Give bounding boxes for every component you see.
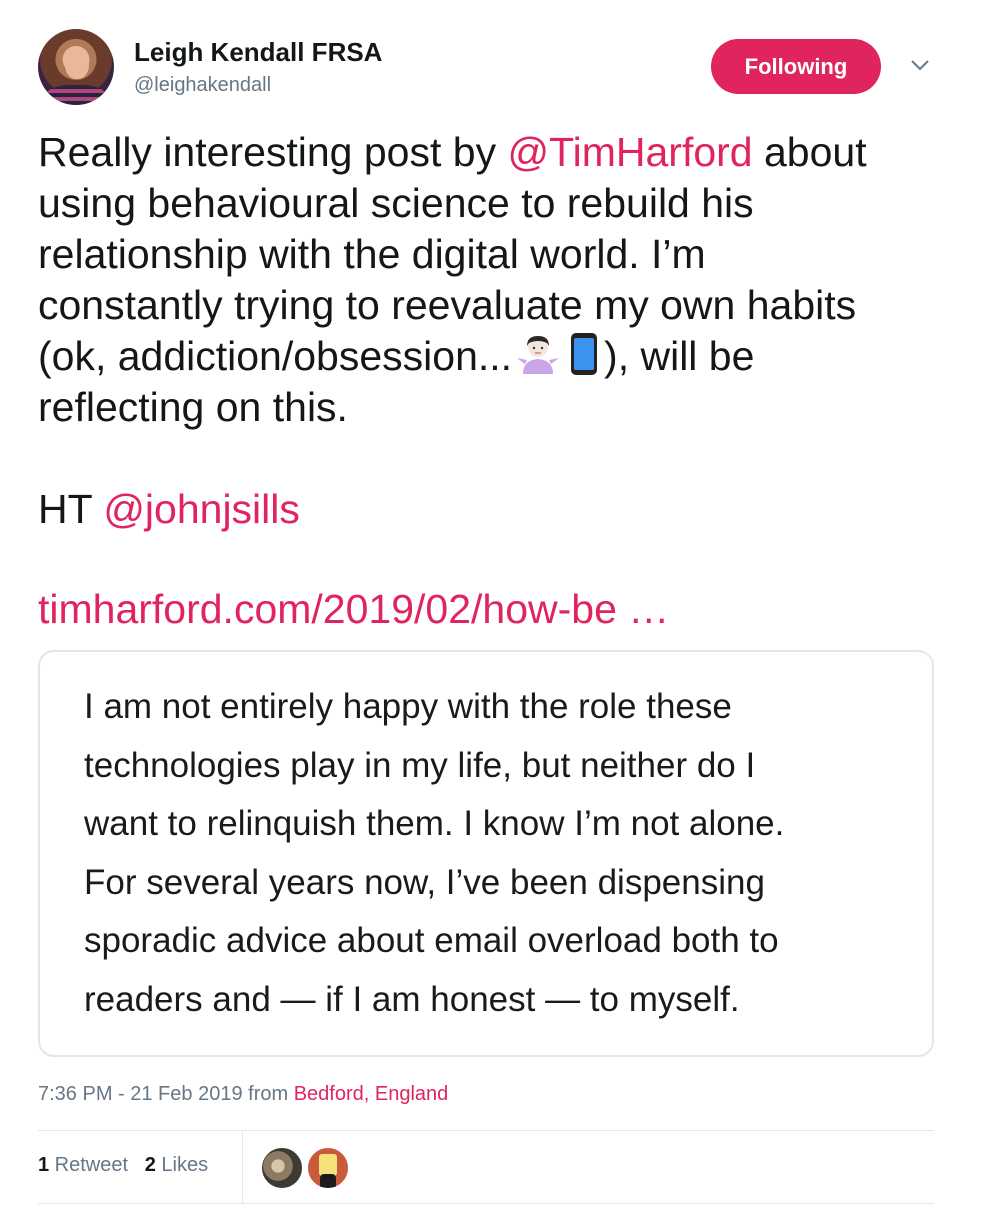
like-stat[interactable]: 2 Likes bbox=[145, 1154, 208, 1176]
mention-timharford[interactable]: @TimHarford bbox=[507, 129, 752, 175]
liker-avatar[interactable] bbox=[261, 1147, 303, 1189]
tweet-text: Really interesting post by @TimHarford a… bbox=[38, 127, 948, 433]
retweet-count: 1 bbox=[38, 1154, 50, 1176]
tweet-line-5: (ok, addiction/obsession... ), will be bbox=[38, 331, 948, 382]
tweet-text-segment: about bbox=[752, 129, 867, 175]
tweet-text-segment: (ok, addiction/obsession... bbox=[38, 333, 513, 379]
quote-line: For several years now, I’ve been dispens… bbox=[84, 862, 765, 902]
author-display-name[interactable]: Leigh Kendall FRSA bbox=[134, 37, 382, 68]
retweet-label: Retweet bbox=[49, 1154, 129, 1176]
hat-tip-line: HT @johnjsills bbox=[38, 484, 300, 535]
quote-line: want to relinquish them. I know I’m not … bbox=[84, 804, 785, 843]
tweet-line-3: relationship with the digital world. I’m bbox=[38, 231, 706, 277]
tweet-location[interactable]: Bedford, England bbox=[294, 1083, 449, 1105]
divider bbox=[38, 1130, 934, 1131]
hat-tip-prefix: HT bbox=[38, 486, 104, 532]
like-count: 2 bbox=[144, 1154, 156, 1176]
quote-line: sporadic advice about email overload bot… bbox=[84, 921, 779, 960]
following-button[interactable]: Following bbox=[711, 39, 881, 94]
like-label: Likes bbox=[155, 1154, 209, 1176]
mobile-phone-icon bbox=[571, 333, 598, 375]
mention-johnjsills[interactable]: @johnjsills bbox=[103, 486, 300, 532]
tweet-timestamp[interactable]: 7:36 PM - 21 Feb 2019 bbox=[38, 1083, 243, 1105]
tweet-line-1: Really interesting post by @TimHarford a… bbox=[38, 127, 948, 178]
quote-line: I am not entirely happy with the role th… bbox=[84, 687, 732, 726]
article-link[interactable]: timharford.com/2019/02/how-be … bbox=[38, 584, 669, 635]
avatar-shirt bbox=[46, 85, 106, 105]
divider bbox=[242, 1131, 243, 1203]
tweet-stats: 1 Retweet 2 Likes bbox=[38, 1154, 208, 1177]
chevron-down-icon[interactable] bbox=[908, 56, 932, 74]
avatar-detail bbox=[319, 1154, 337, 1176]
retweet-stat[interactable]: 1 Retweet bbox=[38, 1154, 128, 1176]
quote-text: I am not entirely happy with the role th… bbox=[84, 678, 904, 1029]
tweet-text-segment: Really interesting post by bbox=[38, 129, 508, 175]
person-shrugging-icon bbox=[517, 336, 560, 374]
tweet-line-2: using behavioural science to rebuild his bbox=[38, 180, 754, 226]
meta-from: from bbox=[242, 1083, 294, 1105]
avatar-detail bbox=[320, 1174, 336, 1188]
author-avatar[interactable] bbox=[38, 29, 114, 105]
tweet-line-6: reflecting on this. bbox=[38, 384, 348, 430]
quote-image-card[interactable]: I am not entirely happy with the role th… bbox=[38, 650, 934, 1057]
tweet-metadata: 7:36 PM - 21 Feb 2019 from Bedford, Engl… bbox=[38, 1083, 448, 1106]
avatar-face bbox=[65, 49, 89, 79]
divider bbox=[38, 1203, 934, 1204]
tweet-text-segment: ), will be bbox=[604, 333, 755, 379]
author-handle[interactable]: @leighakendall bbox=[134, 74, 271, 97]
quote-line: readers and — if I am honest — to myself… bbox=[84, 979, 740, 1019]
quote-line: technologies play in my life, but neithe… bbox=[84, 745, 756, 785]
tweet-line-4: constantly trying to reevaluate my own h… bbox=[38, 282, 857, 328]
liker-avatar[interactable] bbox=[307, 1147, 349, 1189]
